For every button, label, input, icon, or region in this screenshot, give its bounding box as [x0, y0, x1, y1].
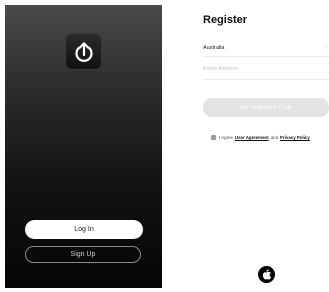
login-screen: Log In Sign Up — [5, 5, 162, 288]
get-verification-code-button[interactable]: Get Verification Code — [203, 98, 329, 117]
email-field[interactable] — [203, 66, 323, 72]
page-title: Register — [203, 14, 248, 26]
email-field-row — [203, 65, 329, 80]
chevron-right-icon: › — [325, 45, 327, 51]
signup-button[interactable]: Sign Up — [25, 246, 141, 263]
apple-icon — [262, 269, 271, 280]
privacy-policy-link[interactable]: Privacy Policy — [280, 135, 310, 140]
country-selector[interactable]: Australia › — [203, 42, 329, 57]
agree-prefix: I Agree — [219, 134, 233, 140]
country-name: Australia — [203, 45, 225, 51]
user-agreement-link[interactable]: User Agreement — [235, 135, 269, 140]
power-arrow-up-icon — [74, 41, 93, 62]
apple-login-button[interactable] — [258, 266, 275, 283]
login-button[interactable]: Log In — [25, 220, 143, 239]
app-logo — [65, 33, 102, 70]
agree-and: and — [270, 134, 279, 140]
agreement-row: I Agree User Agreement and Privacy Polic… — [211, 133, 329, 141]
register-screen: Register Australia › Get Verification Co… — [196, 5, 329, 288]
agree-checkbox[interactable] — [211, 134, 216, 140]
